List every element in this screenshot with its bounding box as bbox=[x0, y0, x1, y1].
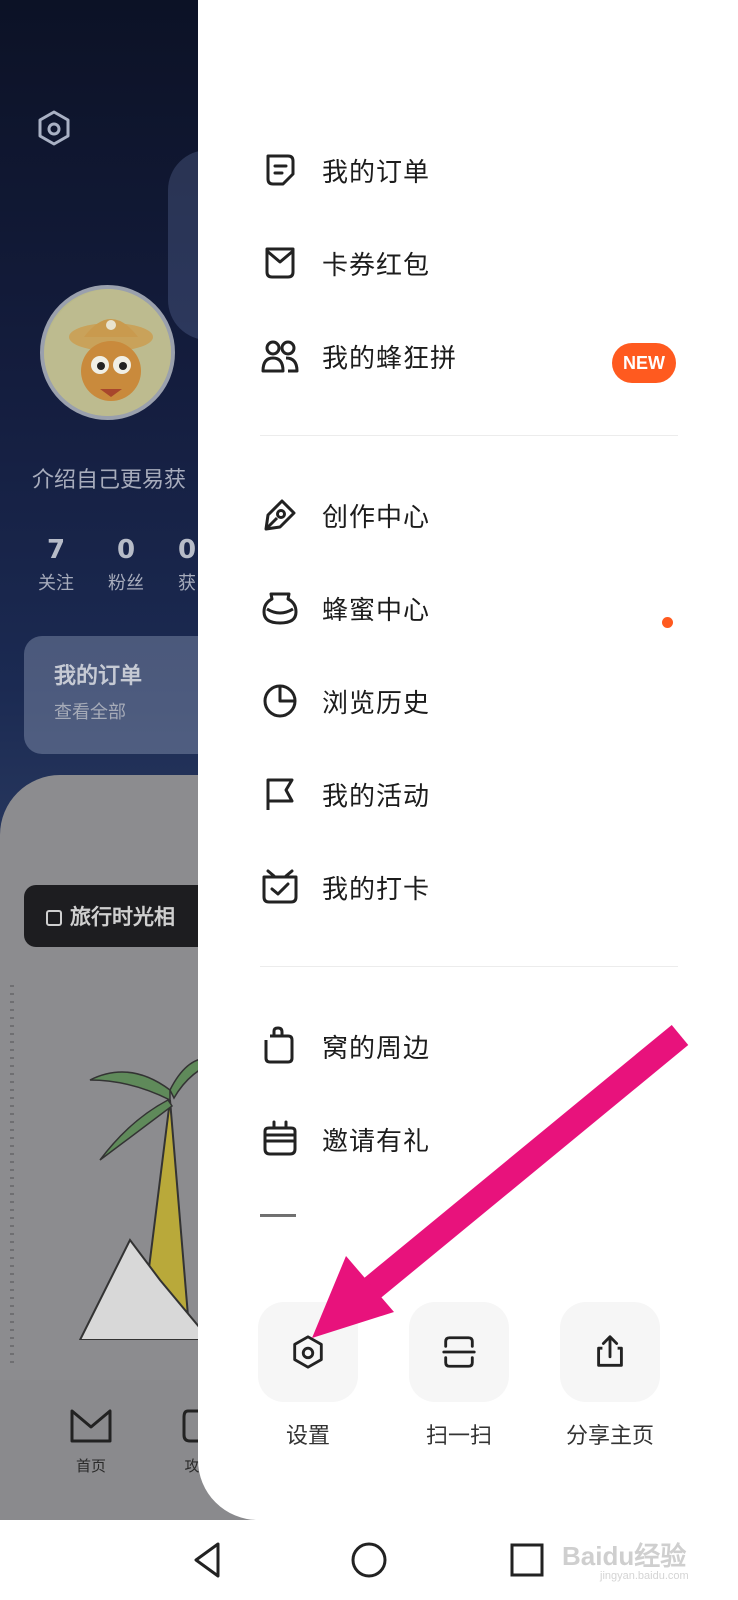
share-icon bbox=[597, 1335, 623, 1367]
group-buy-icon bbox=[260, 336, 300, 376]
menu-item-my-activities[interactable]: 我的活动 bbox=[260, 764, 680, 824]
quick-action-share[interactable]: 分享主页 bbox=[560, 1302, 660, 1450]
album-icon bbox=[46, 910, 62, 926]
stat-following-label: 关注 bbox=[38, 573, 74, 594]
menu-item-label: 我的订单 bbox=[322, 157, 431, 188]
recents-icon[interactable] bbox=[505, 1538, 549, 1582]
menu-divider bbox=[260, 966, 678, 967]
menu-item-merch[interactable]: 窝的周边 bbox=[260, 1016, 680, 1076]
profile-bio[interactable]: 介绍自己更易获 bbox=[32, 462, 186, 494]
stat-followers[interactable]: 0 粉丝 bbox=[108, 535, 144, 595]
history-icon bbox=[260, 681, 300, 721]
timeline-ruler bbox=[10, 985, 14, 1365]
album-label: 旅行时光相 bbox=[70, 905, 175, 929]
avatar[interactable] bbox=[40, 285, 175, 420]
flag-icon bbox=[260, 774, 300, 814]
system-nav-bar: Baidu经验 jingyan.baidu.com bbox=[0, 1520, 738, 1600]
quick-action-settings[interactable]: 设置 bbox=[258, 1302, 358, 1450]
scroll-fade bbox=[198, 1210, 738, 1280]
menu-item-label: 浏览历史 bbox=[322, 688, 431, 719]
share-label: 分享主页 bbox=[565, 1424, 654, 1449]
watermark-url: jingyan.baidu.com bbox=[600, 1570, 689, 1582]
home-icon bbox=[70, 1409, 112, 1443]
menu-item-invite[interactable]: 邀请有礼 bbox=[260, 1109, 680, 1169]
back-icon[interactable] bbox=[186, 1538, 230, 1582]
menu-item-label: 卡券红包 bbox=[322, 250, 431, 281]
menu-item-my-orders[interactable]: 我的订单 bbox=[260, 140, 680, 200]
menu-item-label: 我的打卡 bbox=[322, 874, 431, 905]
menu-item-coupons[interactable]: 卡券红包 bbox=[260, 233, 680, 293]
menu-divider bbox=[260, 435, 678, 436]
creation-icon bbox=[260, 495, 300, 535]
stat-likes-count: 0 bbox=[178, 535, 197, 565]
notification-dot bbox=[662, 617, 673, 628]
merch-icon bbox=[260, 1026, 300, 1066]
menu-item-history[interactable]: 浏览历史 bbox=[260, 671, 680, 731]
home-circle-icon[interactable] bbox=[347, 1538, 391, 1582]
scan-icon bbox=[442, 1336, 476, 1368]
menu-item-creation-center[interactable]: 创作中心 bbox=[260, 485, 680, 545]
menu-item-label: 我的活动 bbox=[322, 781, 431, 812]
coupon-icon bbox=[260, 243, 300, 283]
stat-followers-label: 粉丝 bbox=[108, 573, 144, 594]
quick-action-scan[interactable]: 扫一扫 bbox=[409, 1302, 509, 1450]
new-badge: NEW bbox=[612, 343, 676, 383]
honey-jar-icon bbox=[260, 588, 300, 628]
side-drawer: 我的订单 卡券红包 我的蜂狂拼 NEW 创作中心 蜂蜜中心 浏览历史 我的活动 … bbox=[198, 0, 738, 1520]
tab-home-label: 首页 bbox=[75, 1457, 106, 1475]
stat-likes-label: 获 bbox=[178, 573, 197, 594]
menu-item-label: 窝的周边 bbox=[322, 1033, 431, 1064]
watermark: Baidu经验 bbox=[562, 1541, 687, 1571]
menu-item-label: 蜂蜜中心 bbox=[322, 595, 431, 626]
stat-likes[interactable]: 0 获 bbox=[178, 535, 196, 595]
scan-button[interactable] bbox=[409, 1302, 509, 1402]
settings-label: 设置 bbox=[285, 1424, 330, 1449]
tab-home[interactable]: 首页 bbox=[68, 1405, 114, 1476]
app-logo-icon[interactable] bbox=[34, 108, 74, 148]
settings-button[interactable] bbox=[258, 1302, 358, 1402]
stat-following-count: 7 bbox=[46, 535, 66, 565]
gift-icon bbox=[260, 1119, 300, 1159]
menu-item-label: 邀请有礼 bbox=[322, 1126, 431, 1157]
menu-item-honey-center[interactable]: 蜂蜜中心 bbox=[260, 578, 680, 638]
stat-followers-count: 0 bbox=[116, 535, 136, 565]
menu-item-check-in[interactable]: 我的打卡 bbox=[260, 857, 680, 917]
order-icon bbox=[260, 150, 300, 190]
menu-item-label: 创作中心 bbox=[322, 502, 431, 533]
share-button[interactable] bbox=[560, 1302, 660, 1402]
avatar-cartoon-icon bbox=[44, 289, 171, 416]
scan-label: 扫一扫 bbox=[425, 1424, 492, 1449]
checkin-icon bbox=[260, 867, 300, 907]
menu-item-label: 我的蜂狂拼 bbox=[322, 343, 458, 374]
settings-icon bbox=[293, 1335, 323, 1369]
stat-following[interactable]: 7 关注 bbox=[38, 535, 74, 595]
